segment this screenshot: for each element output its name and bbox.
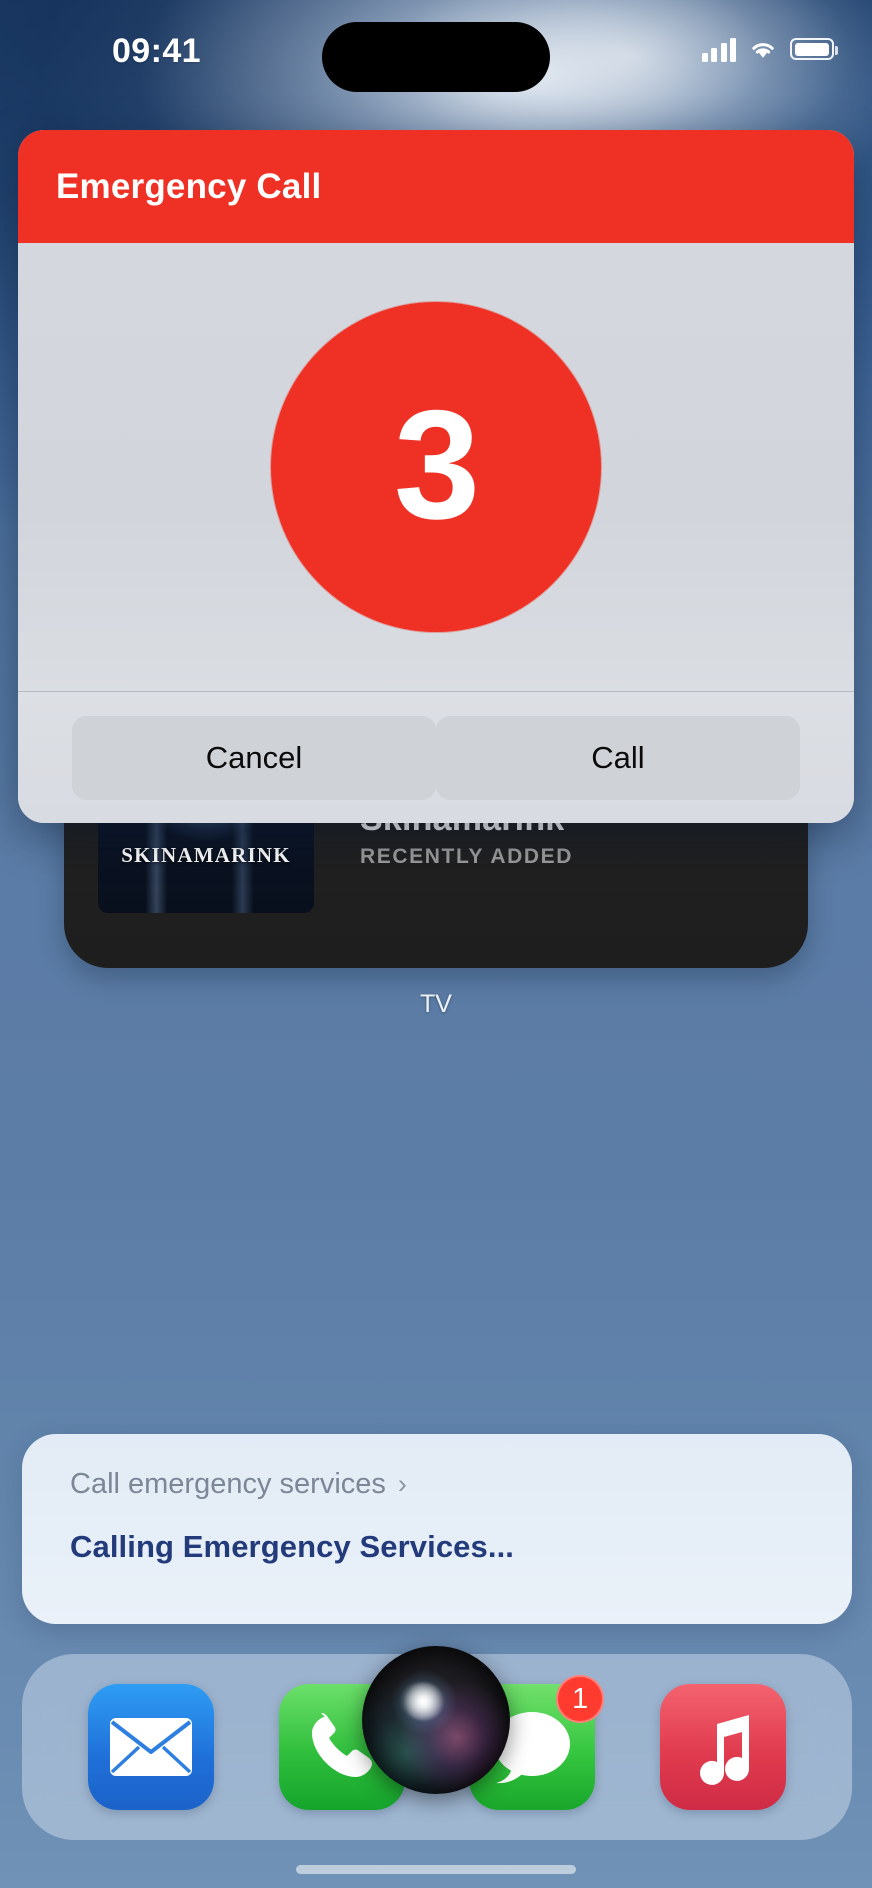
- dock-app-music[interactable]: [659, 1684, 786, 1810]
- mail-icon: [110, 1718, 193, 1776]
- siri-response-card[interactable]: Call emergency services › Calling Emerge…: [22, 1434, 852, 1624]
- status-bar-time: 09:41: [112, 32, 201, 70]
- cellular-signal-icon: [701, 36, 736, 62]
- home-indicator[interactable]: [296, 1865, 576, 1874]
- iphone-screen: SKINAMARINK Skinamarink RECENTLY ADDED T…: [0, 0, 872, 1888]
- tv-widget-app-label: TV: [420, 990, 452, 1018]
- cancel-button[interactable]: Cancel: [72, 715, 436, 800]
- messages-badge: 1: [556, 1675, 605, 1723]
- countdown-circle: 3: [271, 302, 601, 632]
- battery-icon: [790, 38, 838, 60]
- emergency-call-dialog: Emergency Call 3 Cancel Call: [18, 130, 854, 823]
- tv-widget-subtitle: RECENTLY ADDED: [360, 844, 573, 868]
- call-button[interactable]: Call: [436, 715, 800, 800]
- dialog-body: 3: [18, 243, 854, 691]
- dialog-header: Emergency Call: [18, 130, 854, 243]
- siri-query-text: Call emergency services: [70, 1468, 386, 1500]
- wifi-icon: [752, 43, 774, 58]
- dialog-title: Emergency Call: [56, 166, 322, 206]
- poster-title-text: SKINAMARINK: [121, 843, 291, 868]
- siri-query-row[interactable]: Call emergency services ›: [70, 1468, 852, 1501]
- dynamic-island[interactable]: [322, 22, 550, 92]
- dialog-actions: Cancel Call: [18, 691, 854, 823]
- status-bar-indicators: [701, 36, 838, 62]
- status-bar: 09:41: [0, 0, 872, 112]
- countdown-number: 3: [393, 377, 480, 551]
- chevron-right-icon: ›: [397, 1469, 407, 1499]
- music-note-icon: [699, 1715, 749, 1785]
- dock-app-mail[interactable]: [88, 1684, 215, 1810]
- siri-answer-text: Calling Emergency Services...: [70, 1529, 514, 1564]
- siri-orb-icon[interactable]: [362, 1646, 510, 1794]
